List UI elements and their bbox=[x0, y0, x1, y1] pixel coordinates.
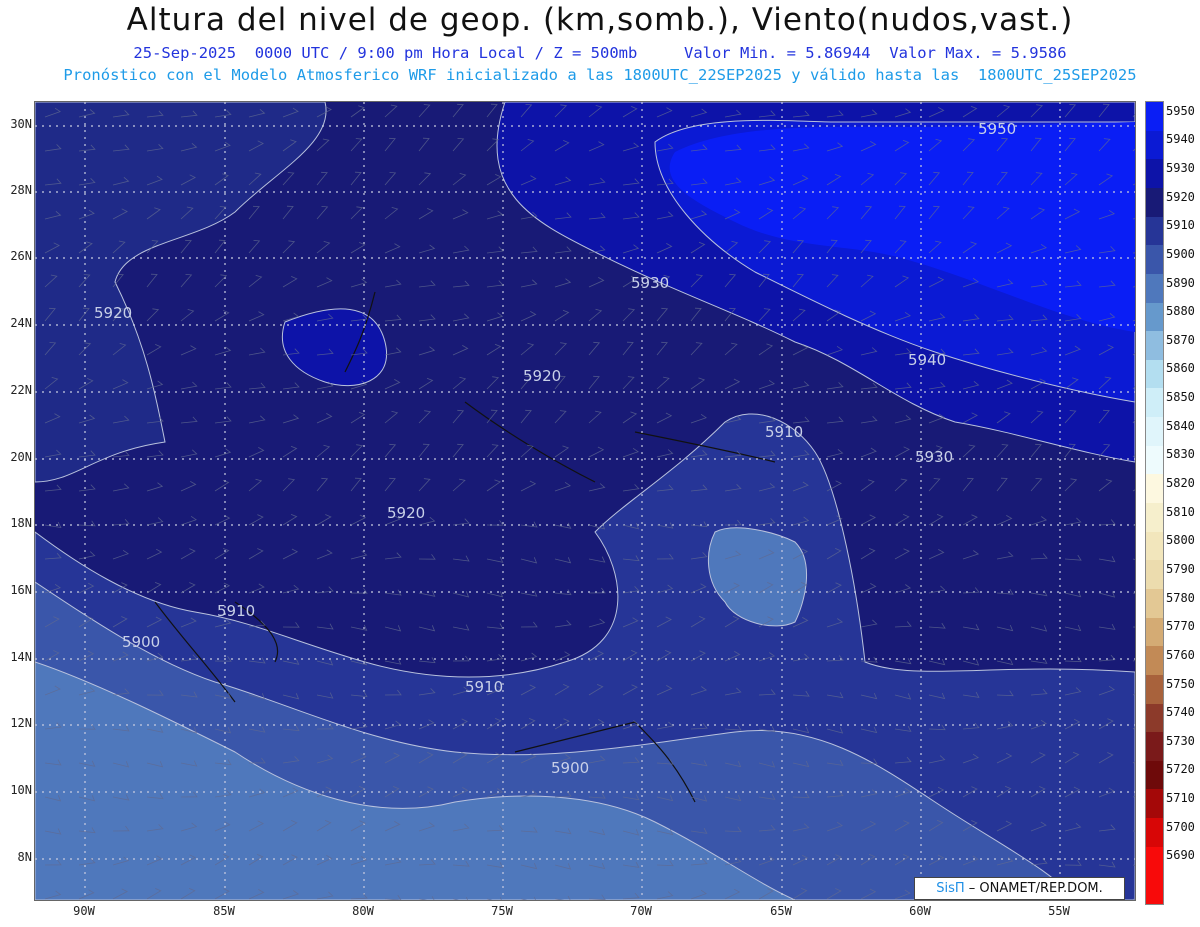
geopotential-map[interactable]: 5950 5930 5920 5940 5920 5910 5930 5920 5910 5900… bbox=[34, 101, 1136, 901]
valid-time-subtitle: 25-Sep-2025 0000 UTC / 9:00 pm Hora Loca… bbox=[133, 44, 1067, 62]
lat-tick-16n: 16N bbox=[10, 583, 32, 597]
colorbar-label-5900: 5900 bbox=[1166, 246, 1195, 261]
model-info-subtitle: Pronóstico con el Modelo Atmosferico WRF… bbox=[63, 66, 1137, 84]
colorbar-segment bbox=[1146, 130, 1163, 160]
lat-tick-22n: 22N bbox=[10, 383, 32, 397]
colorbar-label-5780: 5780 bbox=[1166, 590, 1195, 605]
colorbar-segment bbox=[1146, 359, 1163, 389]
colorbar-segment bbox=[1146, 560, 1163, 590]
colorbar-segment bbox=[1146, 187, 1163, 218]
colorbar-label-5740: 5740 bbox=[1166, 705, 1195, 720]
colorbar-label-5800: 5800 bbox=[1166, 533, 1195, 548]
colorbar-segment bbox=[1146, 646, 1163, 676]
colorbar-label-5730: 5730 bbox=[1166, 733, 1195, 748]
colorbar-label-5710: 5710 bbox=[1166, 791, 1195, 806]
colorbar-label-5880: 5880 bbox=[1166, 304, 1195, 319]
lat-tick-20n: 20N bbox=[10, 450, 32, 464]
colorbar-label-5760: 5760 bbox=[1166, 647, 1195, 662]
colorbar-label-5930: 5930 bbox=[1166, 160, 1195, 175]
contour-label-5920: 5920 bbox=[94, 304, 132, 322]
contour-label-5910: 5910 bbox=[217, 602, 255, 620]
lon-tick-70w: 70W bbox=[630, 904, 652, 918]
colorbar-label-5840: 5840 bbox=[1166, 418, 1195, 433]
colorbar-segment bbox=[1146, 760, 1163, 790]
lat-tick-24n: 24N bbox=[10, 316, 32, 330]
contour-label-5900: 5900 bbox=[122, 633, 160, 651]
lat-tick-26n: 26N bbox=[10, 249, 32, 263]
colorbar-segment bbox=[1146, 331, 1163, 361]
colorbar-segment bbox=[1146, 732, 1163, 762]
lat-tick-10n: 10N bbox=[10, 783, 32, 797]
colorbar-segment bbox=[1146, 703, 1163, 733]
contour-label-5930: 5930 bbox=[915, 448, 953, 466]
colorbar-segment bbox=[1146, 531, 1163, 561]
colorbar-segment bbox=[1146, 875, 1163, 904]
map-title: Altura del nivel de geop. (km,somb.), Vi… bbox=[126, 2, 1074, 38]
lon-tick-65w: 65W bbox=[770, 904, 792, 918]
colorbar-segment bbox=[1146, 674, 1163, 704]
contour-label-5910: 5910 bbox=[465, 678, 503, 696]
colorbar-label-5700: 5700 bbox=[1166, 819, 1195, 834]
colorbar-segment bbox=[1146, 102, 1163, 132]
colorbar-label-5860: 5860 bbox=[1166, 361, 1195, 376]
colorbar-segment bbox=[1146, 417, 1163, 447]
colorbar-segment bbox=[1146, 388, 1163, 418]
colorbar-label-5720: 5720 bbox=[1166, 762, 1195, 777]
colorbar-label-5910: 5910 bbox=[1166, 218, 1195, 233]
colorbar-label-5790: 5790 bbox=[1166, 561, 1195, 576]
colorbar-label-5820: 5820 bbox=[1166, 476, 1195, 490]
contour-label-5900: 5900 bbox=[551, 759, 589, 777]
colorbar-segment bbox=[1146, 474, 1163, 504]
colorbar-segment bbox=[1146, 818, 1163, 848]
colorbar-label-5850: 5850 bbox=[1166, 390, 1195, 405]
sispi-logo: SisΠ bbox=[936, 881, 965, 896]
credit-text: – ONAMET/REP.DOM. bbox=[964, 881, 1103, 896]
credit-box: SisΠ – ONAMET/REP.DOM. bbox=[914, 877, 1125, 900]
colorbar-label-5940: 5940 bbox=[1166, 132, 1195, 147]
colorbar-segment bbox=[1146, 245, 1163, 275]
map-canvas: 5950 5930 5920 5940 5920 5910 5930 5920 5910 5900… bbox=[35, 102, 1135, 900]
colorbar-segment bbox=[1146, 159, 1163, 189]
colorbar bbox=[1145, 101, 1164, 905]
lon-tick-55w: 55W bbox=[1048, 904, 1070, 918]
lat-tick-8n: 8N bbox=[17, 850, 32, 864]
colorbar-label-5870: 5870 bbox=[1166, 332, 1195, 347]
lon-tick-60w: 60W bbox=[909, 904, 931, 918]
colorbar-segment bbox=[1146, 216, 1163, 246]
colorbar-segment bbox=[1146, 617, 1163, 647]
lat-tick-30n: 30N bbox=[10, 117, 32, 131]
lon-tick-85w: 85W bbox=[213, 904, 235, 918]
colorbar-label-5830: 5830 bbox=[1166, 447, 1195, 462]
contour-label-5910: 5910 bbox=[765, 423, 803, 441]
colorbar-segment bbox=[1146, 588, 1163, 619]
contour-label-5930: 5930 bbox=[631, 274, 669, 292]
lat-tick-12n: 12N bbox=[10, 716, 32, 730]
colorbar-segment bbox=[1146, 846, 1163, 876]
lat-tick-14n: 14N bbox=[10, 650, 32, 664]
colorbar-label-5770: 5770 bbox=[1166, 619, 1195, 634]
lat-tick-28n: 28N bbox=[10, 183, 32, 197]
colorbar-label-5750: 5750 bbox=[1166, 676, 1195, 691]
colorbar-segment bbox=[1146, 445, 1163, 475]
colorbar-label-5950: 5950 bbox=[1166, 103, 1195, 118]
colorbar-label-5810: 5810 bbox=[1166, 504, 1195, 519]
colorbar-label-5920: 5920 bbox=[1166, 189, 1195, 204]
lon-tick-90w: 90W bbox=[73, 904, 95, 918]
colorbar-segment bbox=[1146, 503, 1163, 533]
colorbar-segment bbox=[1146, 273, 1163, 303]
contour-label-5920: 5920 bbox=[387, 504, 425, 522]
lon-tick-75w: 75W bbox=[491, 904, 513, 918]
colorbar-segment bbox=[1146, 789, 1163, 819]
colorbar-label-5890: 5890 bbox=[1166, 275, 1195, 290]
lon-tick-80w: 80W bbox=[352, 904, 374, 918]
contour-label-5950: 5950 bbox=[978, 120, 1016, 138]
lat-tick-18n: 18N bbox=[10, 516, 32, 530]
contour-label-5920: 5920 bbox=[523, 367, 561, 385]
colorbar-segment bbox=[1146, 302, 1163, 332]
contour-label-5940: 5940 bbox=[908, 351, 946, 369]
colorbar-label-5690: 5690 bbox=[1166, 848, 1195, 863]
